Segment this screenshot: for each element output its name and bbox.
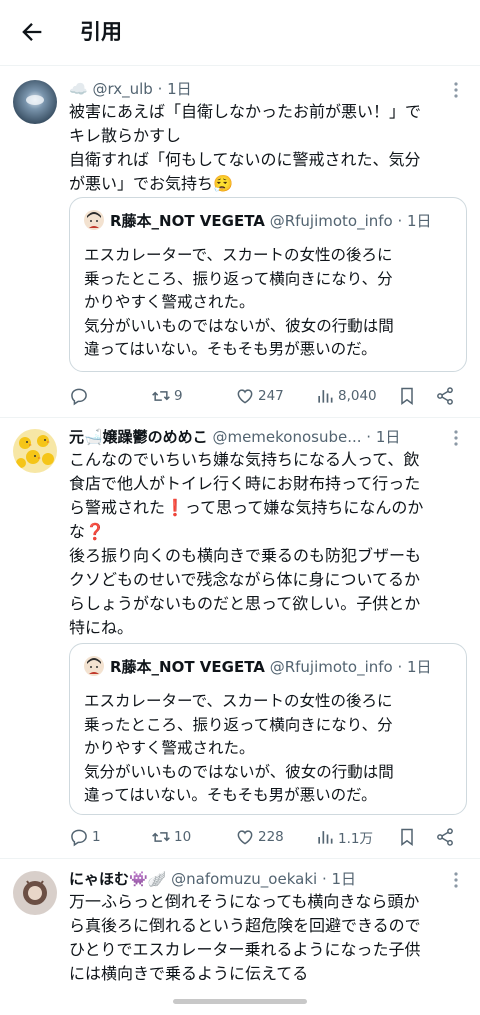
author-name[interactable]: にゃほむ👾🪽 — [69, 870, 166, 888]
views-count: 1.1万 — [338, 831, 373, 847]
bookmark-icon — [401, 387, 413, 405]
repost-count: 10 — [174, 829, 192, 845]
author-handle[interactable]: @nafomuzu_oekaki · 1日 — [171, 870, 356, 888]
text-line: 自衛すれば「何もしてないのに警戒された、気分 — [69, 150, 421, 169]
text-line: クソどものせいで残念ながら体に身についてるか — [69, 570, 421, 589]
like-icon — [237, 830, 253, 845]
author-name[interactable]: ☁️ — [69, 80, 88, 98]
text-line: が悪い」でお気持ち😮‍💨 — [69, 174, 233, 193]
action-bar: 1 10 228 1.1万 — [69, 825, 463, 849]
bookmark-icon — [401, 828, 413, 846]
text-line: かりやすく警戒された。 — [84, 293, 255, 311]
share-button[interactable] — [435, 825, 458, 849]
bookmark-button[interactable] — [397, 825, 420, 849]
text-line: 気分がいいものではないが、彼女の行動は間 — [84, 762, 394, 781]
repost-count: 9 — [174, 388, 183, 404]
post-meta: ☁️ @rx_ulb · 1日 — [69, 78, 446, 100]
post[interactable]: 元🛁嬢躁鬱のめめこ @memekonosube... · 1日 こんなのでいちい… — [0, 418, 480, 859]
post-text: こんなのでいちいち嫌な気持ちになる人って、飲 食店で他人がトイレ行く時にお財布持… — [69, 448, 468, 640]
post[interactable]: にゃほむ👾🪽 @nafomuzu_oekaki · 1日 万一ふらっと倒れそうに… — [0, 860, 480, 1015]
quote-avatar — [84, 210, 104, 230]
reply-icon — [71, 388, 87, 406]
views-button[interactable]: 1.1万 — [315, 825, 373, 849]
views-icon — [318, 831, 333, 844]
text-line: 特にね。 — [69, 618, 134, 637]
text-line: かりやすく警戒された。 — [84, 739, 255, 757]
more-icon[interactable] — [446, 870, 466, 890]
repost-button[interactable]: 9 — [151, 384, 183, 408]
text-line: 違ってはいない。そもそも男が悪いのだ。 — [84, 786, 377, 804]
avatar[interactable] — [13, 80, 57, 124]
text-line: 後ろ振り向くのも横向きで乗るのも防犯ブザーも — [69, 546, 422, 565]
quote-text: エスカレーターで、スカートの女性の後ろに 乗ったところ、振り返って横向きになり、… — [84, 690, 456, 808]
more-icon[interactable] — [446, 428, 466, 448]
text-line: 違ってはいない。そもそも男が悪いのだ。 — [84, 340, 377, 358]
quote-author-handle: @Rfujimoto_info · 1日 — [269, 212, 432, 230]
like-count: 228 — [258, 829, 284, 845]
reply-button[interactable]: 1 — [69, 825, 101, 849]
more-icon[interactable] — [446, 80, 466, 100]
text-line: 気分がいいものではないが、彼女の行動は間 — [84, 316, 394, 335]
text-line: エスカレーターで、スカートの女性の後ろに — [84, 246, 393, 264]
repost-icon — [152, 832, 170, 842]
quote-author-name: R藤本_NOT VEGETA — [110, 658, 265, 676]
quote-text: エスカレーターで、スカートの女性の後ろに 乗ったところ、振り返って横向きになり、… — [84, 244, 456, 362]
header: 引用 — [0, 0, 480, 66]
text-line: ら警戒された❗️って思って嫌な気持ちになんのか — [69, 498, 424, 517]
quote-author-handle: @Rfujimoto_info · 1日 — [269, 658, 432, 676]
back-arrow-icon[interactable] — [18, 18, 46, 46]
share-icon — [437, 828, 453, 846]
bookmark-button[interactable] — [397, 384, 420, 408]
text-line: 被害にあえば「自衛しなかったお前が悪い！」で — [69, 102, 422, 121]
reply-button[interactable] — [69, 384, 92, 408]
like-button[interactable]: 228 — [235, 825, 284, 849]
avatar[interactable] — [13, 871, 57, 915]
text-line: ら真後ろに倒れるという超危険を回避できるので — [69, 916, 421, 935]
page-title: 引用 — [80, 20, 122, 44]
text-line: 乗ったところ、振り返って横向きになり、分 — [84, 269, 393, 288]
text-line: らしょうがないものだと思って欲しい。子供とか — [69, 594, 421, 613]
text-line: 乗ったところ、振り返って横向きになり、分 — [84, 715, 393, 734]
like-button[interactable]: 247 — [235, 384, 284, 408]
reply-icon — [71, 829, 87, 847]
author-handle[interactable]: @rx_ulb · 1日 — [92, 80, 191, 98]
text-line: には横向きで乗るように伝えてる — [69, 964, 309, 983]
action-bar: 9 247 8,040 — [69, 384, 463, 408]
quote-meta: R藤本_NOT VEGETA @Rfujimoto_info · 1日 — [84, 656, 456, 678]
post-meta: にゃほむ👾🪽 @nafomuzu_oekaki · 1日 — [69, 868, 446, 890]
author-name[interactable]: 元🛁嬢躁鬱のめめこ — [69, 428, 208, 446]
quoted-post[interactable]: R藤本_NOT VEGETA @Rfujimoto_info · 1日 エスカレ… — [69, 197, 467, 372]
quote-avatar — [84, 656, 104, 676]
home-indicator[interactable] — [173, 999, 307, 1004]
views-button[interactable]: 8,040 — [315, 384, 377, 408]
post-meta: 元🛁嬢躁鬱のめめこ @memekonosube... · 1日 — [69, 426, 446, 448]
text-line: こんなのでいちいち嫌な気持ちになる人って、飲 — [69, 450, 420, 469]
text-line: 万一ふらっと倒れそうになっても横向きなら頭か — [69, 892, 420, 911]
post[interactable]: ☁️ @rx_ulb · 1日 被害にあえば「自衛しなかったお前が悪い！」で キ… — [0, 67, 480, 418]
share-button[interactable] — [435, 384, 458, 408]
reply-count: 1 — [92, 829, 101, 845]
text-line: エスカレーターで、スカートの女性の後ろに — [84, 692, 393, 710]
views-icon — [318, 390, 333, 403]
quote-meta: R藤本_NOT VEGETA @Rfujimoto_info · 1日 — [84, 210, 456, 232]
post-text: 万一ふらっと倒れそうになっても横向きなら頭か ら真後ろに倒れるという超危険を回避… — [69, 890, 468, 986]
quote-author-name: R藤本_NOT VEGETA — [110, 212, 265, 230]
share-icon — [437, 387, 453, 405]
post-text: 被害にあえば「自衛しなかったお前が悪い！」で キレ散らかすし 自衛すれば「何もし… — [69, 100, 468, 196]
author-handle[interactable]: @memekonosube... · 1日 — [212, 428, 400, 446]
views-count: 8,040 — [338, 388, 377, 404]
text-line: ひとりでエスカレーター乗れるようになった子供 — [69, 940, 421, 959]
text-line: な❓ — [69, 522, 105, 541]
text-line: 食店で他人がトイレ行く時にお財布持って行った — [69, 474, 421, 493]
quoted-post[interactable]: R藤本_NOT VEGETA @Rfujimoto_info · 1日 エスカレ… — [69, 643, 467, 815]
repost-button[interactable]: 10 — [151, 825, 191, 849]
repost-icon — [152, 391, 170, 401]
avatar[interactable] — [13, 429, 57, 473]
text-line: キレ散らかすし — [69, 126, 182, 145]
like-count: 247 — [258, 388, 284, 404]
like-icon — [237, 389, 253, 404]
